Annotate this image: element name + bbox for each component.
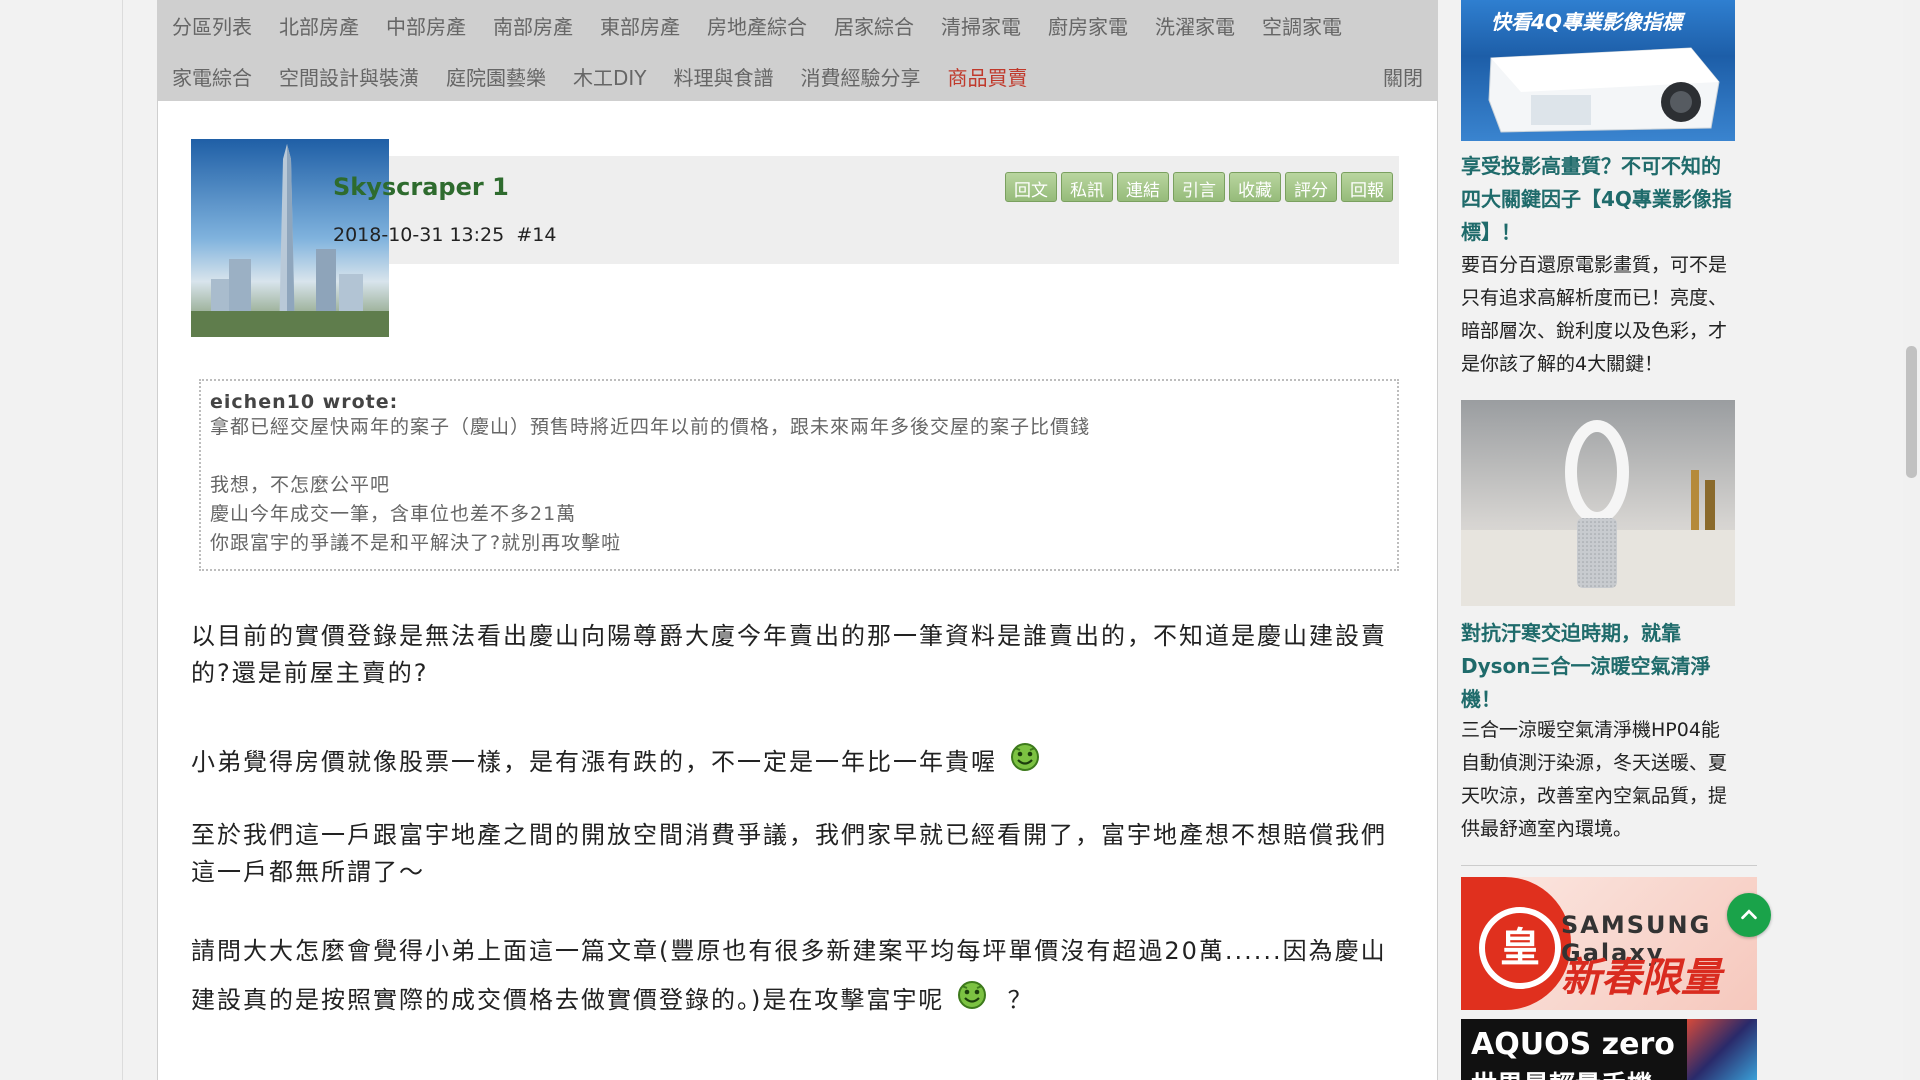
dyson-ad-image[interactable] xyxy=(1461,400,1735,606)
nav-link-laundry[interactable]: 洗濯家電 xyxy=(1155,11,1235,40)
nav-link-central[interactable]: 中部房產 xyxy=(386,11,466,40)
post-meta: 2018-10-31 13:25 #14 xyxy=(333,224,556,246)
quote-line: 我想，不怎麼公平吧 xyxy=(210,474,391,496)
brand-logo-icon: 皇 xyxy=(1479,907,1561,989)
projector-ad-image[interactable]: 快看4Q專業影像指標 xyxy=(1461,0,1735,141)
banner1-slogan: 新春限量送 xyxy=(1561,955,1721,1001)
banner2-sub: 世界最輕量手機 xyxy=(1471,1065,1653,1080)
ad2-title[interactable]: 對抗汙寒交迫時期，就靠Dyson三合一涼暖空氣清淨機！ xyxy=(1461,617,1737,716)
banner2-brand: AQUOS zero xyxy=(1471,1027,1675,1062)
nav-link-consumer-experience[interactable]: 消費經驗分享 xyxy=(801,62,921,91)
nav-link-home-general[interactable]: 居家綜合 xyxy=(834,11,914,40)
phone-image xyxy=(1687,1019,1757,1080)
ad2-description: 三合一涼暖空氣清淨機HP04能自動偵測汙染源，冬天送暖、夏天吹涼，改善室內空氣品… xyxy=(1461,719,1728,840)
air-purifier-icon xyxy=(1461,420,1735,606)
quote-block: eichen10 wrote: 拿都已經交屋快兩年的案子（慶山）預售時將近四年以… xyxy=(199,379,1399,571)
post-actions: 回文 私訊 連結 引言 收藏 評分 回報 xyxy=(1005,172,1393,202)
category-row-2: 家電綜合 空間設計與裝潢 庭院園藝樂 木工DIY 料理與食譜 消費經驗分享 商品… xyxy=(172,51,1423,102)
nav-link-gardening[interactable]: 庭院園藝樂 xyxy=(446,62,546,91)
nav-link-realestate-general[interactable]: 房地產綜合 xyxy=(707,11,807,40)
post-paragraph: 請問大大怎麼會覺得小弟上面這一篇文章(豐原也有很多新建案平均每坪單價沒有超過20… xyxy=(191,927,1401,1025)
aquos-banner[interactable]: AQUOS zero 世界最輕量手機 xyxy=(1461,1019,1757,1080)
post-paragraph: 小弟覺得房價就像股票一樣，是有漲有跌的，不一定是一年比一年貴喔 xyxy=(191,740,1401,781)
chevron-up-icon xyxy=(1741,909,1757,920)
nav-link-north[interactable]: 北部房產 xyxy=(279,11,359,40)
post-paragraph-text: 小弟覺得房價就像股票一樣，是有漲有跌的，不一定是一年比一年貴喔 xyxy=(191,748,997,776)
nav-link-kitchen[interactable]: 廚房家電 xyxy=(1048,11,1128,40)
sidebar-divider xyxy=(1461,865,1757,866)
post-body: 以目前的實價登錄是無法看出慶山向陽尊爵大廈今年賣出的那一筆資料是誰賣出的，不知道… xyxy=(191,618,1401,1025)
forum-content: 分區列表 北部房產 中部房產 南部房產 東部房產 房地產綜合 居家綜合 清掃家電… xyxy=(157,0,1438,1080)
scroll-to-top-button[interactable] xyxy=(1727,893,1771,937)
ad1-description: 要百分百還原電影畫質，可不是只有追求高解析度而已！亮度、暗部層次、銳利度以及色彩… xyxy=(1461,254,1728,375)
post-floor[interactable]: #14 xyxy=(516,224,556,246)
nav-link-interior-design[interactable]: 空間設計與裝潢 xyxy=(279,62,419,91)
projector-icon xyxy=(1488,47,1720,133)
ad1-title[interactable]: 享受投影高畫質？不可不知的四大關鍵因子【4Q專業影像指標】！ xyxy=(1461,150,1737,249)
category-nav: 分區列表 北部房產 中部房產 南部房產 東部房產 房地產綜合 居家綜合 清掃家電… xyxy=(158,0,1437,101)
nav-link-zone-list[interactable]: 分區列表 xyxy=(172,11,252,40)
favorite-button[interactable]: 收藏 xyxy=(1229,172,1281,202)
post-username[interactable]: Skyscraper 1 xyxy=(333,173,509,201)
private-message-button[interactable]: 私訊 xyxy=(1061,172,1113,202)
link-button[interactable]: 連結 xyxy=(1117,172,1169,202)
post-paragraph: 至於我們這一戶跟富宇地產之間的開放空間消費爭議，我們家早就已經看開了，富宇地產想… xyxy=(191,821,1387,886)
quote-author: eichen10 wrote: xyxy=(210,391,399,413)
smiley-icon xyxy=(956,978,988,1010)
nav-link-south[interactable]: 南部房產 xyxy=(493,11,573,40)
quote-line: 慶山今年成交一筆，含車位也差不多21萬 xyxy=(210,503,577,525)
samsung-banner[interactable]: 皇 SAMSUNG Galaxy 新春限量送 xyxy=(1461,877,1757,1010)
category-row-1: 分區列表 北部房產 中部房產 南部房產 東部房產 房地產綜合 居家綜合 清掃家電… xyxy=(172,0,1423,51)
right-sidebar: 快看4Q專業影像指標 享受投影高畫質？不可不知的四大關鍵因子【4Q專業影像指標】… xyxy=(1461,0,1759,1080)
reply-button[interactable]: 回文 xyxy=(1005,172,1057,202)
nav-link-woodwork[interactable]: 木工DIY xyxy=(573,62,647,91)
scrollbar-thumb[interactable] xyxy=(1906,346,1917,478)
nav-link-marketplace[interactable]: 商品買賣 xyxy=(948,62,1028,91)
nav-link-appliance-general[interactable]: 家電綜合 xyxy=(172,62,252,91)
nav-link-cleaning[interactable]: 清掃家電 xyxy=(941,11,1021,40)
nav-link-aircon[interactable]: 空調家電 xyxy=(1262,11,1342,40)
nav-close-link[interactable]: 關閉 xyxy=(1383,62,1423,91)
scrollbar[interactable] xyxy=(1903,0,1920,1080)
report-button[interactable]: 回報 xyxy=(1341,172,1393,202)
quote-button[interactable]: 引言 xyxy=(1173,172,1225,202)
post-paragraph-text: 請問大大怎麼會覺得小弟上面這一篇文章(豐原也有很多新建案平均每坪單價沒有超過20… xyxy=(191,937,1387,1014)
nav-link-east[interactable]: 東部房產 xyxy=(600,11,680,40)
post-paragraph-end: ？ xyxy=(1007,986,1034,1014)
rate-button[interactable]: 評分 xyxy=(1285,172,1337,202)
quote-line: 你跟富宇的爭議不是和平解決了?就別再攻擊啦 xyxy=(210,532,622,554)
nav-link-cooking[interactable]: 料理與食譜 xyxy=(674,62,774,91)
page-edge xyxy=(122,0,123,1080)
post-datetime: 2018-10-31 13:25 xyxy=(333,224,505,246)
smiley-icon xyxy=(1009,740,1041,772)
post-paragraph: 以目前的實價登錄是無法看出慶山向陽尊爵大廈今年賣出的那一筆資料是誰賣出的，不知道… xyxy=(191,622,1387,687)
quote-line: 拿都已經交屋快兩年的案子（慶山）預售時將近四年以前的價格，跟未來兩年多後交屋的案… xyxy=(210,416,1091,438)
